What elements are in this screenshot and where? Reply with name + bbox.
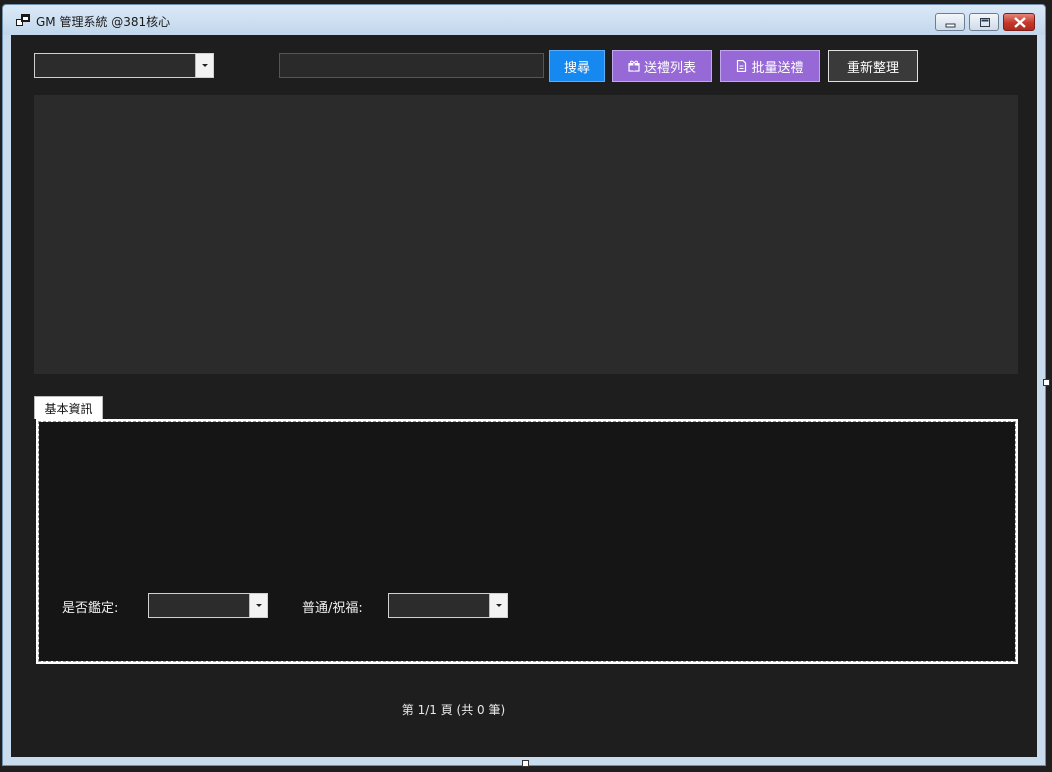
chevron-down-icon[interactable] [489,594,507,617]
main-window: GM 管理系統 @381核心 搜尋 送禮列表 批量送禮 重新整理 基本資訊 是否… [2,4,1046,766]
gift-icon [628,60,640,72]
close-icon [1014,17,1026,28]
batch-gift-button[interactable]: 批量送禮 [720,50,820,82]
minimize-icon [945,23,956,28]
gift-list-button[interactable]: 送禮列表 [612,50,712,82]
client-area: 搜尋 送禮列表 批量送禮 重新整理 基本資訊 是否鑑定: 普通/祝福: 第 1/… [11,35,1037,757]
pagination-status: 第 1/1 頁 (共 0 筆) [401,703,506,717]
refresh-button-label: 重新整理 [846,60,899,76]
minimize-button[interactable] [935,13,965,31]
gift-list-button-label: 送禮列表 [643,60,696,76]
maximize-icon [980,18,990,27]
tab-basic-info-label: 基本資訊 [44,401,93,416]
close-button[interactable] [1003,13,1035,31]
resize-handle-right[interactable] [1043,379,1050,386]
tab-basic-info[interactable]: 基本資訊 [34,396,103,419]
results-grid[interactable] [34,95,1018,374]
batch-gift-button-label: 批量送禮 [751,60,804,76]
search-button-label: 搜尋 [563,60,590,76]
appraised-select[interactable] [148,593,268,618]
chevron-down-icon[interactable] [249,594,267,617]
search-input[interactable] [279,53,544,78]
blessing-select[interactable] [388,593,508,618]
search-button[interactable]: 搜尋 [549,50,605,82]
category-select[interactable] [34,53,214,78]
appraised-label: 是否鑑定: [62,601,119,616]
title-bar[interactable]: GM 管理系統 @381核心 [3,5,1045,35]
basic-info-panel [36,419,1018,664]
document-icon [737,60,747,72]
blessing-label: 普通/祝福: [302,601,363,616]
app-window-icon [16,14,30,26]
refresh-button[interactable]: 重新整理 [828,50,918,82]
chevron-down-icon[interactable] [195,54,213,77]
maximize-button[interactable] [969,13,999,31]
resize-handle-bottom[interactable] [522,760,529,767]
window-title: GM 管理系統 @381核心 [36,15,171,29]
